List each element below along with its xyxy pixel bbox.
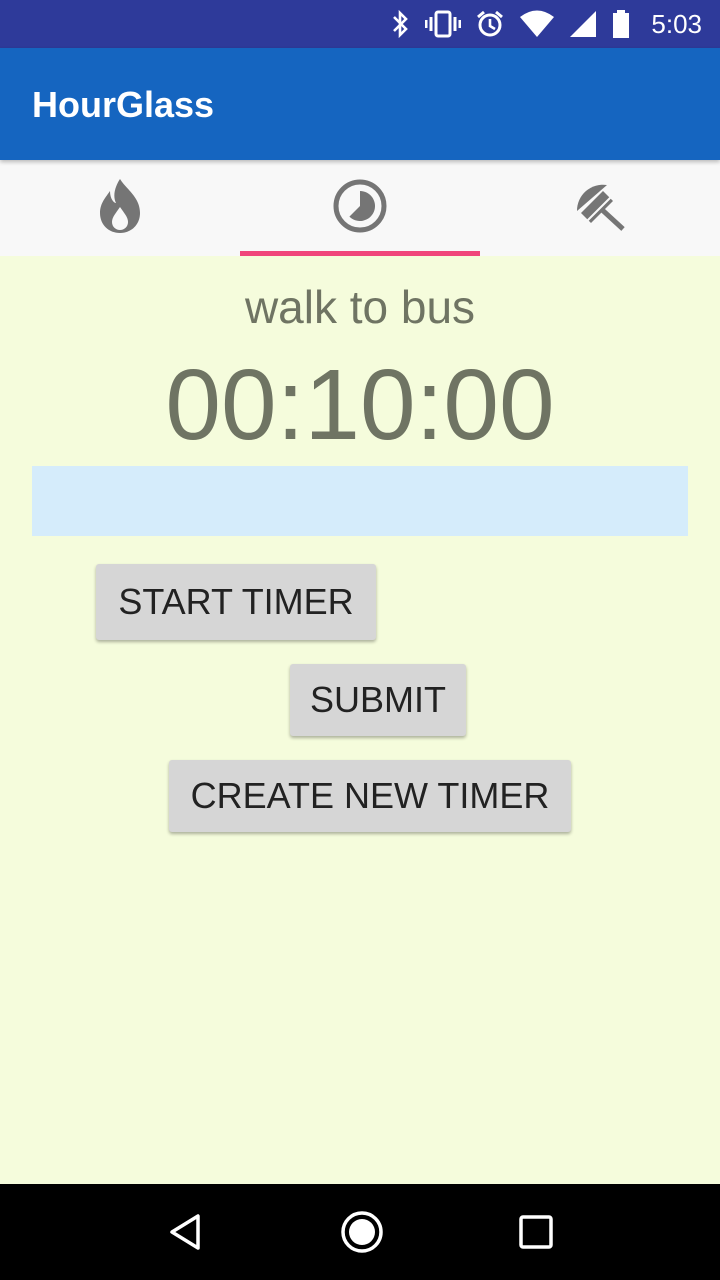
status-time: 5:03 bbox=[651, 8, 702, 39]
start-timer-button[interactable]: START TIMER bbox=[96, 564, 376, 640]
app-bar: HourGlass bbox=[0, 48, 720, 160]
submit-button[interactable]: SUBMIT bbox=[290, 664, 466, 736]
battery-icon bbox=[611, 9, 631, 39]
tab-umbrella[interactable] bbox=[480, 160, 720, 256]
tab-bar bbox=[0, 160, 720, 256]
status-bar: 5:03 bbox=[0, 0, 720, 48]
status-icons: 5:03 bbox=[391, 0, 702, 48]
back-icon[interactable] bbox=[166, 1212, 206, 1252]
create-new-timer-button[interactable]: CREATE NEW TIMER bbox=[169, 760, 571, 832]
vibrate-icon bbox=[425, 10, 462, 38]
timer-panel: walk to bus 00:10:00 START TIMER SUBMIT … bbox=[0, 256, 720, 1184]
timer-name: walk to bus bbox=[244, 281, 476, 333]
navigation-bar bbox=[0, 1184, 720, 1280]
recents-icon[interactable] bbox=[518, 1214, 554, 1250]
timer-pie-icon bbox=[332, 178, 388, 239]
tab-timer[interactable] bbox=[240, 160, 480, 256]
timer-input[interactable] bbox=[32, 466, 688, 536]
home-icon[interactable] bbox=[339, 1209, 385, 1255]
timer-countdown: 00:10:00 bbox=[165, 349, 555, 461]
flame-icon bbox=[96, 177, 144, 240]
wifi-icon bbox=[519, 10, 555, 38]
tab-flame[interactable] bbox=[0, 160, 240, 256]
bluetooth-icon bbox=[391, 9, 411, 39]
alarm-icon bbox=[475, 9, 505, 39]
app-title: HourGlass bbox=[32, 84, 215, 125]
umbrella-icon bbox=[573, 181, 627, 236]
cell-signal-icon bbox=[569, 10, 597, 38]
